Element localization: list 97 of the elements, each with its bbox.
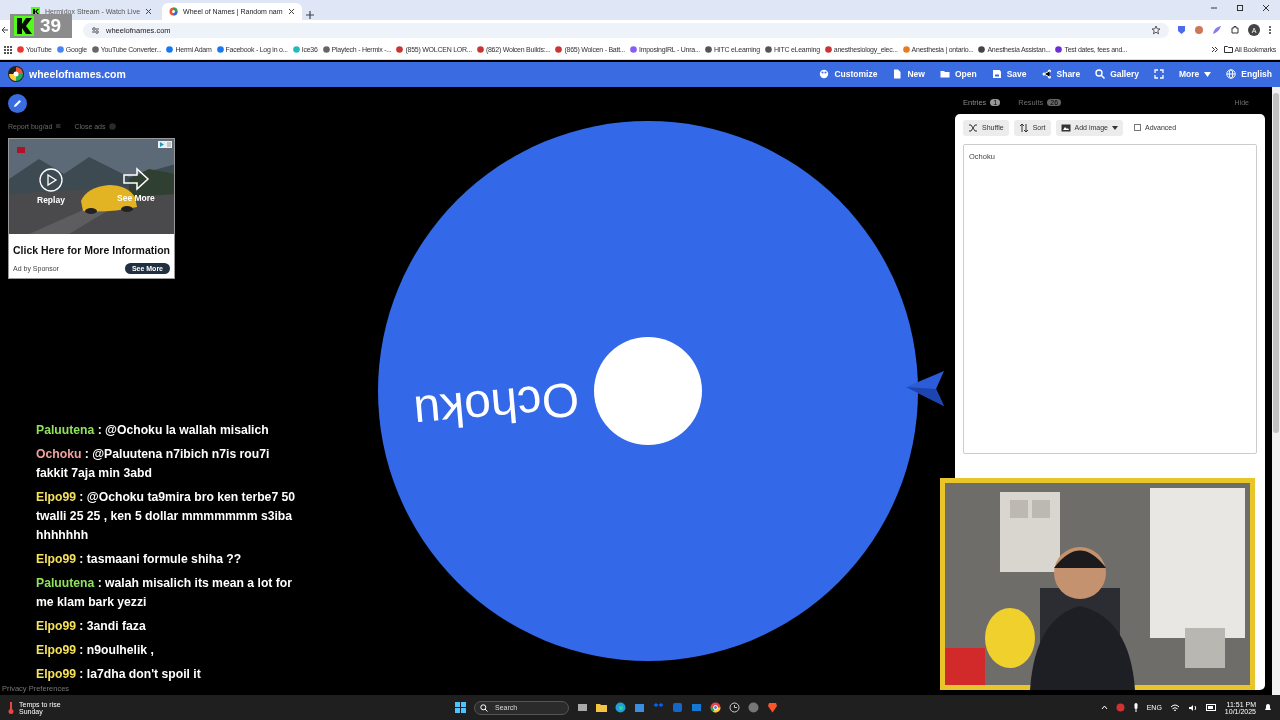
battery-icon[interactable] [1205,704,1217,712]
arrow-icon [121,166,150,191]
folder-icon [939,69,950,80]
chrome-icon[interactable] [710,702,721,714]
edge-icon[interactable] [615,702,626,714]
microphone-icon[interactable] [1132,703,1139,713]
chevrons-icon[interactable] [1210,46,1218,53]
search-icon [480,703,488,712]
back-icon[interactable] [0,25,9,35]
tray-app-icon[interactable] [1115,703,1125,713]
globe-icon [1226,69,1237,80]
save-icon [991,69,1002,80]
ad-choices-icon[interactable] [158,140,172,148]
new-tab-icon[interactable] [304,10,315,20]
bookmark-favicon-icon [1055,46,1063,53]
chat-message: Elpo99 : 3andi faza [36,618,147,636]
bookmark-favicon-icon [17,46,24,53]
chat-message: Paluutena : walah misalich its mean a lot for me klam bark yezzi [36,575,294,612]
wheel[interactable]: Ochoku [377,121,918,661]
viewer-count: 39 [40,15,62,37]
shield-icon[interactable] [1177,25,1186,35]
bookmark-favicon-icon [704,46,712,53]
palette-icon [819,69,830,80]
bookmark-favicon-icon [292,46,300,53]
replay-icon [37,166,64,193]
bookmark-favicon-icon [91,46,99,53]
shuffle-icon [968,122,978,133]
star-icon[interactable] [1151,25,1161,35]
notification-icon[interactable] [1264,703,1272,713]
chat-message: Elpo99 : n9oulhelik , [36,642,155,660]
chat-message: Paluutena : @Ochoku la wallah misalich [36,422,270,440]
extension-icon[interactable] [1194,25,1204,35]
file-icon [892,69,903,80]
chat-message: Elpo99 : tasmaani formule shiha ?? [36,551,243,569]
maximize-icon[interactable] [1236,3,1244,12]
share-icon [1041,69,1052,80]
bookmark-favicon-icon [629,46,637,53]
bookmark-favicon-icon [824,46,832,53]
wheel-logo-icon [8,66,24,83]
site-info-icon [91,25,100,35]
bookmark-favicon-icon [166,46,174,53]
replay-button[interactable]: Replay [37,166,65,205]
menu-icon[interactable] [1268,25,1272,35]
menu-button[interactable]: More [1179,69,1212,80]
chat-message: Elpo99 : @Ochoku ta9mira bro ken terbe7 50 twalli 25 25 , ken 5 dollar mmmmmmm s3iba hhhhhhh [36,489,297,545]
chevron-up-icon[interactable] [1100,705,1108,711]
scrollbar[interactable] [1272,86,1280,696]
bookmark-favicon-icon [555,46,563,53]
wheel-segment-label: Ochoku [411,372,581,440]
caret-icon [1112,125,1118,130]
feather-icon[interactable] [1212,25,1222,35]
edit-button[interactable] [8,93,27,113]
store-icon[interactable] [634,702,645,714]
wheel-center[interactable] [593,337,702,445]
chat-message: Ochoku : @Paluutena n7ibich n7is rou7i fakkit 7aja min 3abd [36,446,271,483]
thermometer-icon [8,701,14,714]
search-icon [1095,69,1106,80]
bookmark-favicon-icon [322,46,330,53]
app-icon[interactable] [748,702,759,714]
stream-logo-icon [14,16,34,36]
menu-button[interactable]: Customize [819,69,878,80]
bookmark-favicon-icon [396,46,404,53]
favicon-icon [169,7,179,16]
bookmark-favicon-icon [476,46,484,53]
bookmark-favicon-icon [216,46,224,53]
fullscreen-icon[interactable] [1154,69,1164,80]
app-icon[interactable] [672,702,683,714]
image-icon [1060,122,1071,133]
apps-icon[interactable] [4,45,12,54]
puzzle-icon[interactable] [1230,25,1240,35]
folder-icon [1223,46,1233,53]
menu-button[interactable]: Open [939,69,977,80]
bookmark-favicon-icon [978,46,986,53]
menu-button[interactable]: Save [991,69,1027,80]
site-title[interactable]: wheelofnames.com [29,68,126,81]
caret-icon [1204,72,1212,77]
menu-button[interactable]: English [1226,69,1272,80]
bookmark-favicon-icon [764,46,772,53]
windows-icon[interactable] [455,702,466,714]
bookmark-favicon-icon [902,46,910,53]
menu-button[interactable]: Share [1041,69,1081,80]
chat-message: Elpo99 : la7dha don't spoil it [36,666,202,684]
task-view-icon[interactable] [577,702,588,714]
bookmark-favicon-icon [56,46,64,53]
menu-button[interactable]: Gallery [1095,69,1139,80]
pencil-icon [13,98,22,108]
mail-icon[interactable] [691,702,702,714]
pointer-icon [905,371,946,407]
wifi-icon[interactable] [1169,703,1180,712]
folder-icon[interactable] [596,702,607,714]
volume-icon[interactable] [1187,703,1198,712]
clock-icon[interactable] [729,702,740,714]
sort-icon [1018,122,1029,133]
brave-icon[interactable] [767,702,778,714]
menu-button[interactable]: New [892,69,925,80]
see-more-button[interactable]: See More [117,166,155,203]
ad-headline[interactable]: Click Here for More Information [9,243,174,256]
